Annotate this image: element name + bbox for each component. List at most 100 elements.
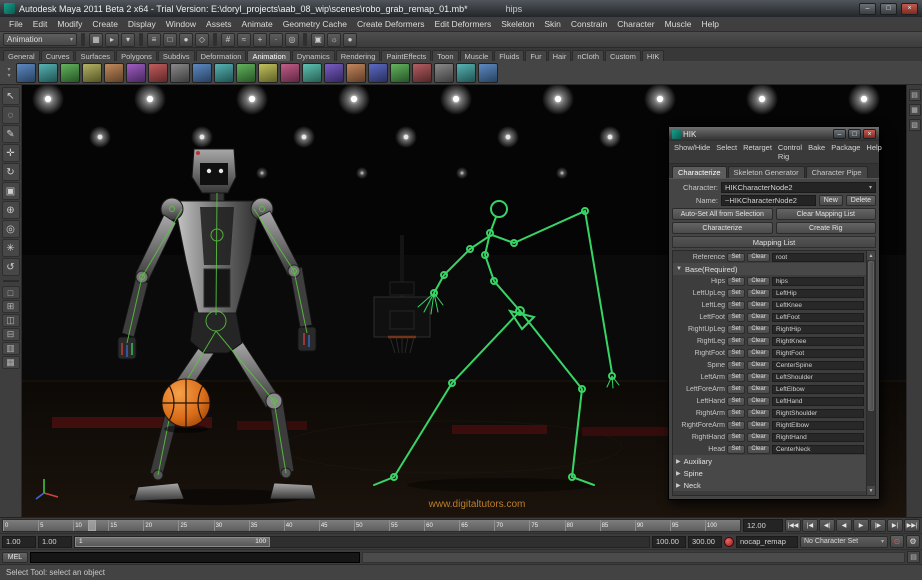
menu-muscle[interactable]: Muscle xyxy=(660,19,697,29)
shelf-menu-icon[interactable]: ▾ ▾ xyxy=(4,63,14,83)
shelf-icon-3[interactable] xyxy=(60,62,80,83)
rotate-tool[interactable]: ↻ xyxy=(1,163,20,181)
row-value-field[interactable]: LeftKnee xyxy=(772,300,864,310)
shelf-icon-12[interactable] xyxy=(258,62,278,83)
row-value-field[interactable]: hips xyxy=(772,276,864,286)
shelf-icon-10[interactable] xyxy=(214,62,234,83)
shelf-tab-fur[interactable]: Fur xyxy=(525,50,547,61)
set-button[interactable]: Set xyxy=(727,336,745,346)
row-value-field[interactable]: RightKnee xyxy=(772,336,864,346)
hik-minimize-button[interactable]: – xyxy=(833,129,846,139)
row-value-field[interactable]: LeftHand xyxy=(772,396,864,406)
hik-menu-select[interactable]: Select xyxy=(716,143,737,161)
save-scene-icon[interactable]: ▾ xyxy=(121,32,135,47)
set-button[interactable]: Set xyxy=(727,252,745,262)
character-dropdown[interactable]: HIKCharacterNode2 ▾ xyxy=(721,182,876,193)
row-value-field[interactable]: LeftHip xyxy=(772,288,864,298)
shelf-tab-dynamics[interactable]: Dynamics xyxy=(291,50,335,61)
script-editor-icon[interactable]: ▤ xyxy=(907,551,920,563)
auto-keyframe-button[interactable]: ⊙ xyxy=(890,535,904,548)
time-slider[interactable]: 0 5 10 15 20 25 30 35 40 45 50 55 60 65 70 75 80 85 90 95 10… xyxy=(2,519,741,532)
shelf-icon-21[interactable] xyxy=(456,62,476,83)
hik-scrollbar[interactable]: ▲ ▼ xyxy=(866,251,875,495)
menu-geometry-cache[interactable]: Geometry Cache xyxy=(278,19,352,29)
clear-button[interactable]: Clear xyxy=(747,312,770,322)
shelf-icon-2[interactable] xyxy=(38,62,58,83)
shelf-tab-painteffects[interactable]: PaintEffects xyxy=(381,50,432,61)
select-object-icon[interactable]: □ xyxy=(163,32,177,47)
group-separator[interactable] xyxy=(303,33,307,46)
group-separator[interactable] xyxy=(139,33,143,46)
shelf-tab-surfaces[interactable]: Surfaces xyxy=(75,50,116,61)
menu-skin[interactable]: Skin xyxy=(539,19,566,29)
render-current-frame-icon[interactable]: ▣ xyxy=(311,32,325,47)
set-button[interactable]: Set xyxy=(727,324,745,334)
shelf-icon-14[interactable] xyxy=(302,62,322,83)
maximize-button[interactable]: □ xyxy=(880,2,897,15)
clear-mapping-button[interactable]: Clear Mapping List xyxy=(775,208,876,220)
row-value-field[interactable]: RightHip xyxy=(772,324,864,334)
step-back-key-button[interactable]: |◀ xyxy=(802,519,818,532)
new-button[interactable]: New xyxy=(818,195,843,206)
snap-point-icon[interactable]: + xyxy=(253,32,267,47)
last-tool[interactable]: ↺ xyxy=(1,258,20,276)
scrollbar-thumb[interactable] xyxy=(868,261,874,411)
set-button[interactable]: Set xyxy=(727,384,745,394)
playback-start-field[interactable]: 1.00 xyxy=(38,535,72,548)
row-value-field[interactable]: root xyxy=(772,252,864,262)
shelf-icon-9[interactable] xyxy=(192,62,212,83)
go-to-start-button[interactable]: |◀◀ xyxy=(785,519,801,532)
shelf-tab-muscle[interactable]: Muscle xyxy=(459,50,494,61)
set-button[interactable]: Set xyxy=(727,372,745,382)
current-time-field[interactable]: 12.00 xyxy=(743,519,783,532)
menu-skeleton[interactable]: Skeleton xyxy=(496,19,539,29)
render-settings-icon[interactable]: ● xyxy=(343,32,357,47)
hik-menu-control-rig[interactable]: Control Rig xyxy=(778,143,802,161)
scale-tool[interactable]: ▣ xyxy=(1,182,20,200)
step-back-frame-button[interactable]: ◀| xyxy=(819,519,835,532)
menu-window[interactable]: Window xyxy=(161,19,201,29)
clear-button[interactable]: Clear xyxy=(747,252,770,262)
section-base-required[interactable]: ▼ Base(Required) xyxy=(673,263,866,275)
characterize-button[interactable]: Characterize xyxy=(672,222,773,234)
highlight-selection-icon[interactable]: ◇ xyxy=(195,32,209,47)
hik-window[interactable]: HIK – □ × Show/Hide Select Retarget Control… xyxy=(668,126,882,500)
set-button[interactable]: Set xyxy=(727,396,745,406)
menu-create-deformers[interactable]: Create Deformers xyxy=(352,19,430,29)
row-value-field[interactable]: CenterNeck xyxy=(772,444,864,454)
menu-modify[interactable]: Modify xyxy=(52,19,87,29)
shelf-icon-13[interactable] xyxy=(280,62,300,83)
clip-name-field[interactable]: nocap_remap xyxy=(736,535,798,548)
animation-end-field[interactable]: 300.00 xyxy=(688,535,722,548)
hik-menu-bake[interactable]: Bake xyxy=(808,143,825,161)
animation-preferences-button[interactable]: ⚙ xyxy=(906,535,920,548)
layout-hypershade[interactable]: ▦ xyxy=(1,356,20,369)
new-scene-icon[interactable]: ▦ xyxy=(89,32,103,47)
hik-menu-show-hide[interactable]: Show/Hide xyxy=(674,143,710,161)
set-button[interactable]: Set xyxy=(727,348,745,358)
shelf-tab-ncloth[interactable]: nCloth xyxy=(572,50,605,61)
row-value-field[interactable]: LeftElbow xyxy=(772,384,864,394)
scroll-up-icon[interactable]: ▲ xyxy=(867,251,875,260)
menu-create[interactable]: Create xyxy=(87,19,123,29)
shelf-icon-6[interactable] xyxy=(126,62,146,83)
show-manipulator-tool[interactable]: ✳ xyxy=(1,239,20,257)
set-button[interactable]: Set xyxy=(727,300,745,310)
section-neck[interactable]: ▶ Neck xyxy=(673,479,866,491)
shelf-tab-curves[interactable]: Curves xyxy=(40,50,75,61)
step-forward-frame-button[interactable]: |▶ xyxy=(870,519,886,532)
row-value-field[interactable]: RightShoulder xyxy=(772,408,864,418)
shelf-tab-custom[interactable]: Custom xyxy=(605,50,641,61)
section-spine[interactable]: ▶ Spine xyxy=(673,467,866,479)
select-tool[interactable]: ↖ xyxy=(1,87,20,105)
layout-two-pane-stacked[interactable]: ⊟ xyxy=(1,328,20,341)
soft-modification-tool[interactable]: ◎ xyxy=(1,220,20,238)
minimize-button[interactable]: – xyxy=(859,2,876,15)
shelf-icon-11[interactable] xyxy=(236,62,256,83)
step-forward-key-button[interactable]: ▶| xyxy=(887,519,903,532)
auto-set-button[interactable]: Auto-Set All from Selection xyxy=(672,208,773,220)
menu-character[interactable]: Character xyxy=(612,19,659,29)
snap-curve-icon[interactable]: ≈ xyxy=(237,32,251,47)
hik-menu-retarget[interactable]: Retarget xyxy=(743,143,772,161)
section-auxiliary[interactable]: ▶ Auxiliary xyxy=(673,455,866,467)
